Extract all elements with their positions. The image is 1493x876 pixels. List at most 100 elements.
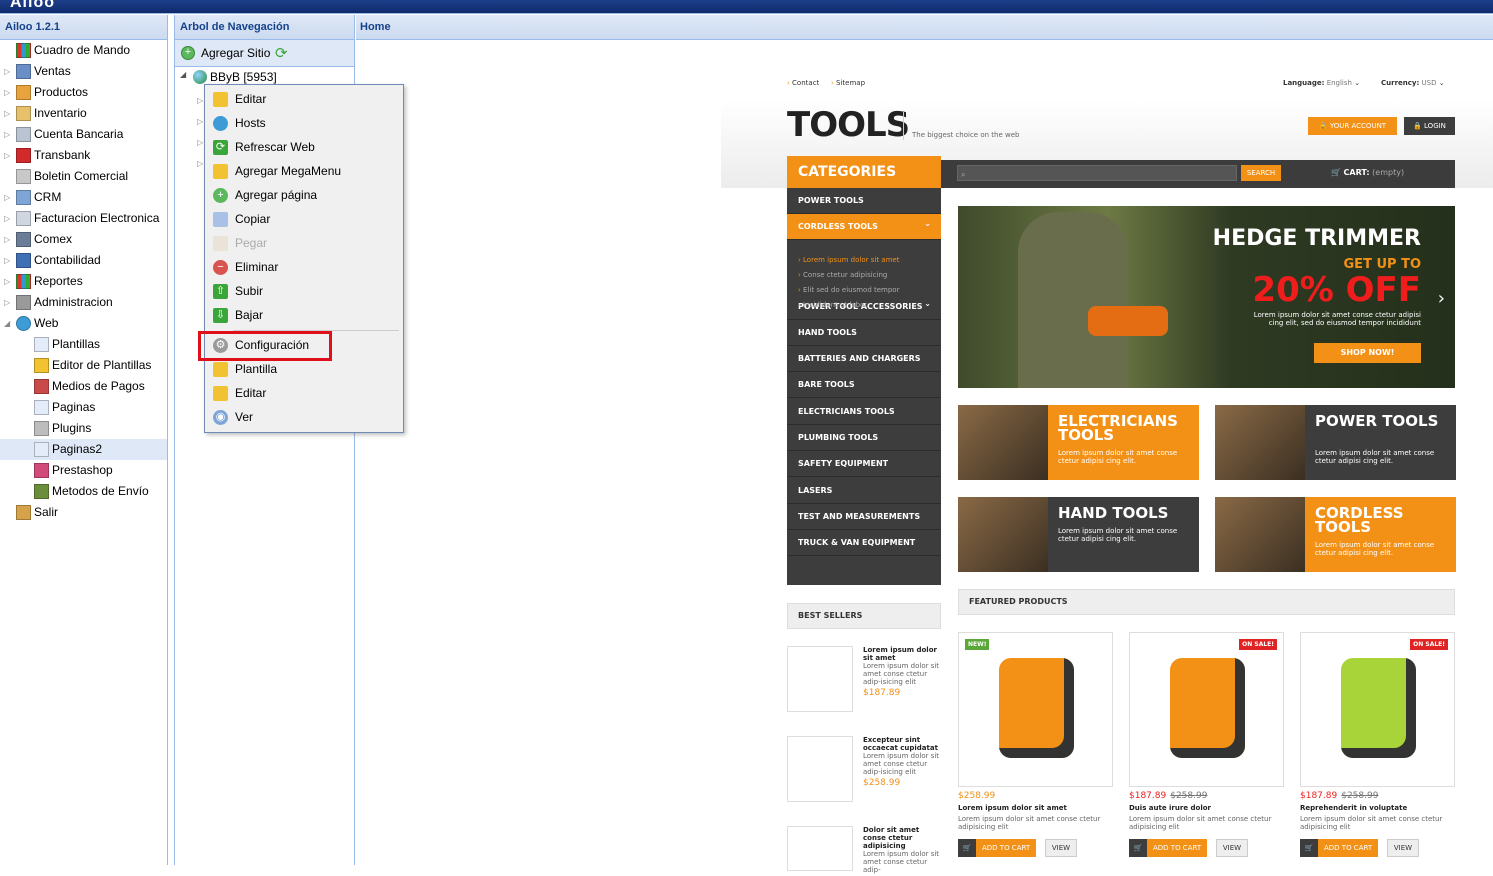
contact-link[interactable]: › Contact xyxy=(787,79,819,87)
best-seller-name[interactable]: Dolor sit amet conse ctetur adipisicing xyxy=(863,826,943,850)
category-item[interactable]: ELECTRICIANS TOOLS xyxy=(787,399,941,425)
menu-item-inventario[interactable]: ▷ Inventario xyxy=(0,103,167,124)
context-menu-item-eliminar[interactable]: − Eliminar xyxy=(205,255,403,279)
category-tile[interactable]: ELECTRICIANS TOOLS Lorem ipsum dolor sit … xyxy=(958,405,1199,480)
store-logo[interactable]: TOOLS xyxy=(787,105,910,145)
menu-item-cuenta-bancaria[interactable]: ▷ Cuenta Bancaria xyxy=(0,124,167,145)
context-menu-item-refrescar-web[interactable]: ⟳ Refrescar Web xyxy=(205,135,403,159)
menu-item-reportes[interactable]: ▷ Reportes xyxy=(0,271,167,292)
sitemap-link[interactable]: › Sitemap xyxy=(831,79,865,87)
best-seller-image[interactable] xyxy=(787,646,853,712)
category-item[interactable]: BATTERIES AND CHARGERS xyxy=(787,346,941,372)
subcategory-link[interactable]: › Lorem ipsum dolor sit amet xyxy=(798,256,899,264)
best-seller-name[interactable]: Excepteur sint occaecat cupidatat xyxy=(863,736,943,752)
expand-arrow-icon[interactable]: ▷ xyxy=(4,61,10,82)
context-menu-item-agregar-megamenu[interactable]: Agregar MegaMenu xyxy=(205,159,403,183)
best-seller-image[interactable] xyxy=(787,826,853,871)
chevron-down-icon[interactable]: ⌄ xyxy=(924,211,931,237)
menu-item-boletin-comercial[interactable]: Boletin Comercial xyxy=(0,166,167,187)
menu-item-web[interactable]: ◢ Web xyxy=(0,313,167,334)
menu-item-plantillas[interactable]: Plantillas xyxy=(0,334,167,355)
context-menu-item-ver[interactable]: ◉ Ver xyxy=(205,405,403,429)
language-selector[interactable]: Language: English ⌄ xyxy=(1283,79,1360,87)
menu-item-metodos-de-env-o[interactable]: Metodos de Envío xyxy=(0,481,167,502)
product-image[interactable]: ON SALE! xyxy=(1300,632,1455,787)
category-tile[interactable]: POWER TOOLS Lorem ipsum dolor sit amet co… xyxy=(1215,405,1456,480)
menu-item-salir[interactable]: Salir xyxy=(0,502,167,523)
product-image[interactable]: NEW! xyxy=(958,632,1113,787)
add-to-cart-button[interactable]: 🛒 ADD TO CART xyxy=(1129,839,1208,857)
category-item[interactable]: HAND TOOLS xyxy=(787,320,941,346)
category-item[interactable]: TEST AND MEASUREMENTS xyxy=(787,504,941,530)
menu-item-comex[interactable]: ▷ Comex xyxy=(0,229,167,250)
subcategory-link[interactable]: › Elit sed do eiusmod tempor xyxy=(798,286,899,294)
tab-home[interactable]: Home xyxy=(356,15,1493,40)
search-input[interactable]: ⌕ xyxy=(957,165,1237,181)
best-seller-image[interactable] xyxy=(787,736,853,802)
context-menu-item-agregar-pagina[interactable]: + Agregar página xyxy=(205,183,403,207)
product-name[interactable]: Lorem ipsum dolor sit amet xyxy=(958,804,1067,812)
search-button[interactable]: SEARCH xyxy=(1241,165,1281,181)
menu-item-prestashop[interactable]: Prestashop xyxy=(0,460,167,481)
context-menu-item-editar[interactable]: Editar xyxy=(205,381,403,405)
menu-item-administracion[interactable]: ▷ Administracion xyxy=(0,292,167,313)
hero-banner[interactable]: HEDGE TRIMMER GET UP TO 20% OFF Lorem ip… xyxy=(958,206,1455,388)
context-menu-item-subir[interactable]: ⇧ Subir xyxy=(205,279,403,303)
menu-item-crm[interactable]: ▷ CRM xyxy=(0,187,167,208)
menu-item-cuadro-de-mando[interactable]: Cuadro de Mando xyxy=(0,40,167,61)
menu-item-contabilidad[interactable]: ▷ Contabilidad xyxy=(0,250,167,271)
expand-arrow-icon[interactable]: ▷ xyxy=(4,208,10,229)
add-icon[interactable]: + xyxy=(181,46,195,60)
login-button[interactable]: 🔒 LOGIN xyxy=(1404,117,1455,135)
refresh-icon[interactable]: ⟳ xyxy=(275,44,288,62)
context-menu-item-editar[interactable]: Editar xyxy=(205,87,403,111)
expand-arrow-icon[interactable]: ▷ xyxy=(4,187,10,208)
subcategory-link[interactable]: › Incididunt ut labor xyxy=(798,301,867,309)
shop-now-button[interactable]: SHOP NOW! xyxy=(1314,343,1421,363)
menu-item-plugins[interactable]: Plugins xyxy=(0,418,167,439)
category-item[interactable]: TRUCK & VAN EQUIPMENT xyxy=(787,530,941,556)
add-site-button[interactable]: Agregar Sitio xyxy=(201,46,270,60)
expand-arrow-icon[interactable]: ▷ xyxy=(4,292,10,313)
best-seller-name[interactable]: Lorem ipsum dolor sit amet xyxy=(863,646,943,662)
expand-arrow-icon[interactable]: ▷ xyxy=(4,103,10,124)
add-to-cart-button[interactable]: 🛒 ADD TO CART xyxy=(1300,839,1379,857)
category-tile[interactable]: HAND TOOLS Lorem ipsum dolor sit amet con… xyxy=(958,497,1199,572)
collapse-arrow-icon[interactable]: ◢ xyxy=(180,70,186,79)
collapse-arrow-icon[interactable]: ◢ xyxy=(4,313,10,334)
category-tile[interactable]: CORDLESS TOOLS Lorem ipsum dolor sit amet… xyxy=(1215,497,1456,572)
chevron-down-icon[interactable]: ⌄ xyxy=(924,291,931,317)
menu-item-paginas2[interactable]: Paginas2 xyxy=(0,439,167,460)
context-menu-item-bajar[interactable]: ⇩ Bajar xyxy=(205,303,403,327)
product-name[interactable]: Reprehenderit in voluptate xyxy=(1300,804,1407,812)
expand-arrow-icon[interactable]: ▷ xyxy=(4,124,10,145)
view-button[interactable]: VIEW xyxy=(1216,839,1248,857)
your-account-button[interactable]: 🔒 YOUR ACCOUNT xyxy=(1308,117,1397,135)
expand-arrow-icon[interactable]: ▷ xyxy=(4,229,10,250)
category-item[interactable]: SAFETY EQUIPMENT xyxy=(787,451,941,477)
expand-arrow-icon[interactable]: ▷ xyxy=(4,145,10,166)
product-image[interactable]: ON SALE! xyxy=(1129,632,1284,787)
product-name[interactable]: Duis aute irure dolor xyxy=(1129,804,1211,812)
category-item[interactable]: CORDLESS TOOLS ⌄ xyxy=(787,214,941,240)
view-button[interactable]: VIEW xyxy=(1387,839,1419,857)
menu-item-facturacion-electronica[interactable]: ▷ Facturacion Electronica xyxy=(0,208,167,229)
chevron-right-icon[interactable]: › xyxy=(1438,288,1445,309)
context-menu-item-copiar[interactable]: Copiar xyxy=(205,207,403,231)
menu-item-productos[interactable]: ▷ Productos xyxy=(0,82,167,103)
menu-item-paginas[interactable]: Paginas xyxy=(0,397,167,418)
currency-selector[interactable]: Currency: USD ⌄ xyxy=(1381,79,1445,87)
menu-item-editor-de-plantillas[interactable]: Editor de Plantillas xyxy=(0,355,167,376)
context-menu-item-hosts[interactable]: Hosts xyxy=(205,111,403,135)
menu-item-ventas[interactable]: ▷ Ventas xyxy=(0,61,167,82)
expand-arrow-icon[interactable]: ▷ xyxy=(4,82,10,103)
add-to-cart-button[interactable]: 🛒 ADD TO CART xyxy=(958,839,1037,857)
subcategory-link[interactable]: › Conse ctetur adipisicing xyxy=(798,271,887,279)
expand-arrow-icon[interactable]: ▷ xyxy=(4,271,10,292)
menu-item-transbank[interactable]: ▷ Transbank xyxy=(0,145,167,166)
category-item[interactable]: POWER TOOLS xyxy=(787,188,941,214)
category-item[interactable]: LASERS xyxy=(787,478,941,504)
expand-arrow-icon[interactable]: ▷ xyxy=(4,250,10,271)
view-button[interactable]: VIEW xyxy=(1045,839,1077,857)
category-item[interactable]: BARE TOOLS xyxy=(787,372,941,398)
